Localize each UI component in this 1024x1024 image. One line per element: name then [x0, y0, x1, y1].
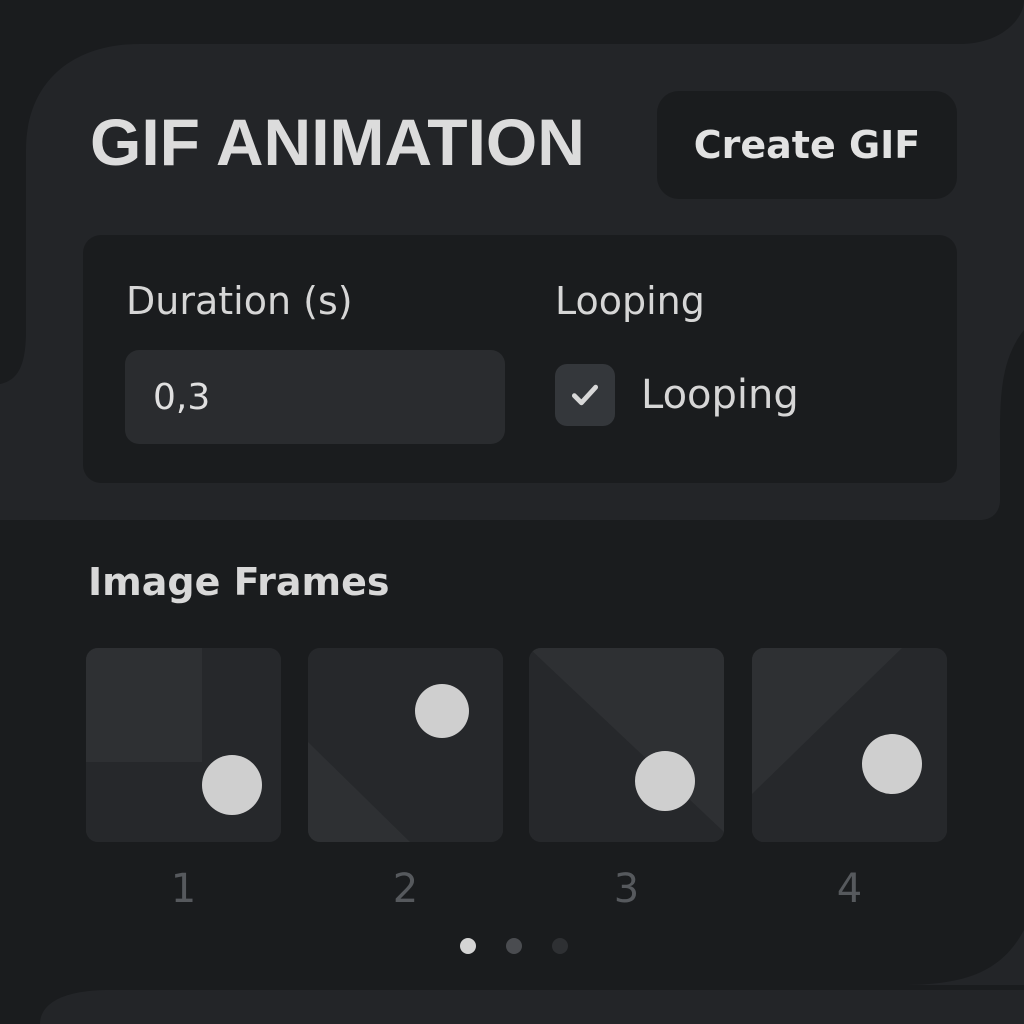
frame-thumbnail-1[interactable] [86, 648, 281, 842]
frame-number-2: 2 [392, 866, 419, 912]
page-dot-1[interactable] [460, 938, 476, 954]
settings-panel: Duration (s) Looping Looping [83, 235, 957, 483]
looping-checkbox[interactable] [555, 364, 615, 426]
ball-shape [862, 734, 922, 794]
frame-thumbnail-2[interactable] [308, 648, 503, 842]
frame-2-preview [308, 648, 503, 842]
page-title: GIF ANIMATION [90, 105, 585, 179]
ball-shape [202, 755, 262, 815]
frame-thumbnail-4[interactable] [752, 648, 947, 842]
frame-4-preview [752, 648, 947, 842]
ball-shape [415, 684, 469, 738]
frame-1-preview [86, 648, 281, 842]
looping-checkbox-label: Looping [641, 372, 799, 418]
gif-animation-screen: GIF ANIMATION Create GIF Duration (s) Lo… [0, 0, 1024, 1024]
page-dot-3[interactable] [552, 938, 568, 954]
pagination-dots [460, 938, 568, 954]
checkmark-icon [571, 384, 599, 406]
frame-number-4: 4 [836, 866, 863, 912]
frame-number-3: 3 [613, 866, 640, 912]
duration-input[interactable] [125, 350, 505, 444]
frame-thumbnail-3[interactable] [529, 648, 724, 842]
frame-number-1: 1 [170, 866, 197, 912]
duration-label: Duration (s) [126, 279, 353, 323]
page-dot-2[interactable] [506, 938, 522, 954]
looping-checkbox-row[interactable]: Looping [555, 363, 799, 427]
create-gif-button[interactable]: Create GIF [657, 91, 957, 199]
looping-section-label: Looping [555, 279, 705, 323]
ball-shape [635, 751, 695, 811]
frame-3-preview [529, 648, 724, 842]
image-frames-title: Image Frames [88, 560, 390, 604]
